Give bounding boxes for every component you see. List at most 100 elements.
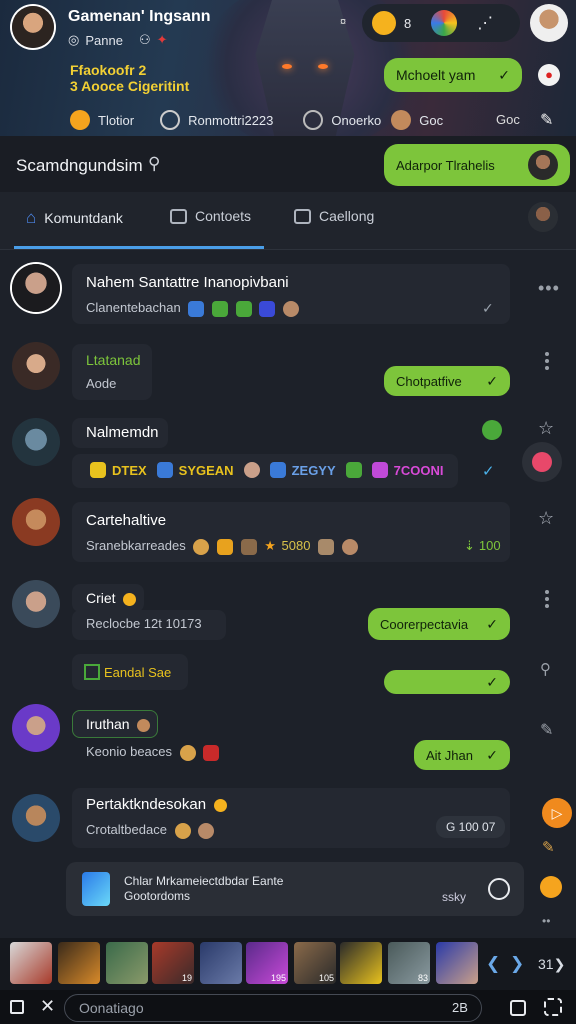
tab-contoets[interactable]: Contoets — [170, 208, 251, 224]
sticker-icon — [235, 300, 252, 317]
thumbnail[interactable] — [436, 942, 478, 984]
chat-bubble-icon[interactable] — [488, 878, 510, 900]
sticker-icon — [259, 300, 276, 317]
box-icon — [84, 664, 100, 680]
alert-icon[interactable]: ● — [538, 64, 560, 86]
tag-icon — [243, 462, 260, 478]
message-input[interactable]: Oonatiago — [64, 994, 482, 1022]
action-button[interactable]: Adarpor Tlrahelis — [384, 144, 570, 186]
message-sub: Sranebkarreades ★ 5080 — [86, 538, 358, 555]
sticker-icon — [179, 744, 196, 761]
bolt-icon — [82, 872, 110, 906]
share-icon[interactable]: ⋰ — [477, 13, 493, 33]
thumbnail[interactable]: 83 — [388, 942, 430, 984]
stat-globe-icon — [303, 110, 324, 130]
tab-active-indicator — [14, 246, 264, 249]
stat-face-icon — [391, 110, 412, 130]
sticker-icon — [282, 300, 299, 317]
message-avatar[interactable] — [12, 580, 60, 628]
message-bubble[interactable]: Chotpatfive ✓ — [384, 366, 510, 396]
message-avatar[interactable] — [12, 794, 60, 842]
tag-list: DTEX SYGEAN ZEGYY 7COONI — [86, 462, 444, 478]
profile-avatar[interactable] — [12, 6, 54, 48]
tab-caellong[interactable]: Caellong — [294, 208, 374, 224]
calendar-icon — [294, 208, 311, 224]
star-icon[interactable]: ☆ — [538, 418, 554, 439]
pin-icon[interactable]: ✎ — [540, 720, 553, 740]
star-icon[interactable]: ☆ — [538, 508, 554, 529]
sticker-icon — [216, 538, 233, 555]
message-sub: Reclocbe 12t 10173 — [86, 616, 202, 631]
pin-icon[interactable]: ✎ — [540, 110, 553, 130]
chat-icon — [170, 208, 187, 224]
badge-icon: ✦ — [156, 32, 168, 47]
thumbnail[interactable]: 195 — [246, 942, 288, 984]
thumbnail[interactable] — [340, 942, 382, 984]
message-name: Pertaktkndesokan — [86, 796, 228, 813]
at-icon: ◎ — [68, 32, 80, 47]
reply-bubble[interactable]: Mchoelt yam ✓ — [384, 58, 522, 92]
message-bubble[interactable]: ✓ — [384, 670, 510, 694]
close-icon[interactable]: ✕ — [40, 996, 55, 1017]
sticker-icon — [211, 300, 228, 317]
tag-icon — [90, 462, 106, 478]
pin-icon[interactable]: ✎ — [542, 838, 555, 856]
message-avatar[interactable] — [12, 418, 60, 466]
message-name: Criet — [86, 590, 137, 606]
more-vertical-icon[interactable] — [545, 590, 549, 608]
more-small-icon[interactable]: •• — [542, 914, 550, 928]
banner-stats: Tlotior Ronmottri2223 Onoerko Goc — [70, 110, 443, 130]
message-name: Iruthan — [86, 716, 151, 732]
person-icon[interactable]: ⚲ — [540, 660, 551, 678]
read-check-icon: ✓ — [482, 463, 495, 480]
user-avatar[interactable] — [530, 4, 568, 42]
thumbnail[interactable] — [58, 942, 100, 984]
stat-right: Goc — [496, 112, 520, 127]
sticker-icon — [188, 300, 205, 317]
composer-text: Chlar Mrkameiectdbdar Eante Gootordoms — [124, 874, 284, 903]
screen-icon[interactable] — [510, 1000, 526, 1016]
menu-dots-icon[interactable]: ¤ — [340, 16, 346, 28]
status-icon — [482, 420, 502, 440]
tag-icon — [269, 462, 286, 478]
reaction-button[interactable] — [522, 442, 562, 482]
controller-icon: ⚇ — [138, 32, 151, 47]
message-avatar[interactable] — [12, 704, 60, 752]
sticker-icon — [198, 822, 215, 839]
sticker-icon — [193, 538, 210, 555]
more-vertical-icon[interactable] — [545, 352, 549, 370]
emoji-button[interactable] — [540, 876, 562, 898]
app-icon[interactable] — [431, 10, 458, 36]
fullscreen-icon[interactable] — [544, 998, 562, 1016]
tag-icon — [156, 462, 173, 478]
upload-icon: ⇣ — [464, 538, 475, 553]
more-icon[interactable]: ••• — [538, 278, 560, 299]
play-button[interactable]: ▷ — [542, 798, 572, 828]
message-avatar[interactable] — [12, 264, 60, 312]
emoji-icon[interactable] — [372, 11, 396, 35]
thumbnail[interactable] — [106, 942, 148, 984]
thumbnail[interactable]: 19 — [152, 942, 194, 984]
thumbnail[interactable]: 105 — [294, 942, 336, 984]
more-nav-icon[interactable]: 31❯ — [538, 956, 565, 973]
tab-komuntdank[interactable]: ⌂ Komuntdank — [26, 208, 123, 228]
emoji-icon — [214, 798, 228, 812]
message-avatar[interactable] — [12, 342, 60, 390]
message-bubble[interactable]: Ait Jhan ✓ — [414, 740, 510, 770]
square-icon[interactable] — [10, 1000, 24, 1014]
message-avatar[interactable] — [12, 498, 60, 546]
home-icon: ⌂ — [26, 208, 37, 227]
sticker-icon — [203, 744, 220, 761]
sticker-icon — [240, 538, 257, 555]
message-sub: Keonio beaces — [86, 744, 220, 761]
tab-avatar[interactable] — [528, 202, 558, 232]
check-icon: ✓ — [498, 66, 510, 83]
thumbnail[interactable] — [200, 942, 242, 984]
search-icon[interactable]: ⚲ — [148, 154, 160, 174]
action-avatar — [528, 150, 558, 180]
next-icon[interactable]: ❮ — [510, 954, 524, 974]
composer-right: ssky — [442, 890, 466, 904]
thumbnail[interactable] — [10, 942, 52, 984]
message-bubble[interactable]: Coorerpectavia ✓ — [368, 608, 510, 640]
prev-icon[interactable]: ❮ — [486, 954, 500, 974]
